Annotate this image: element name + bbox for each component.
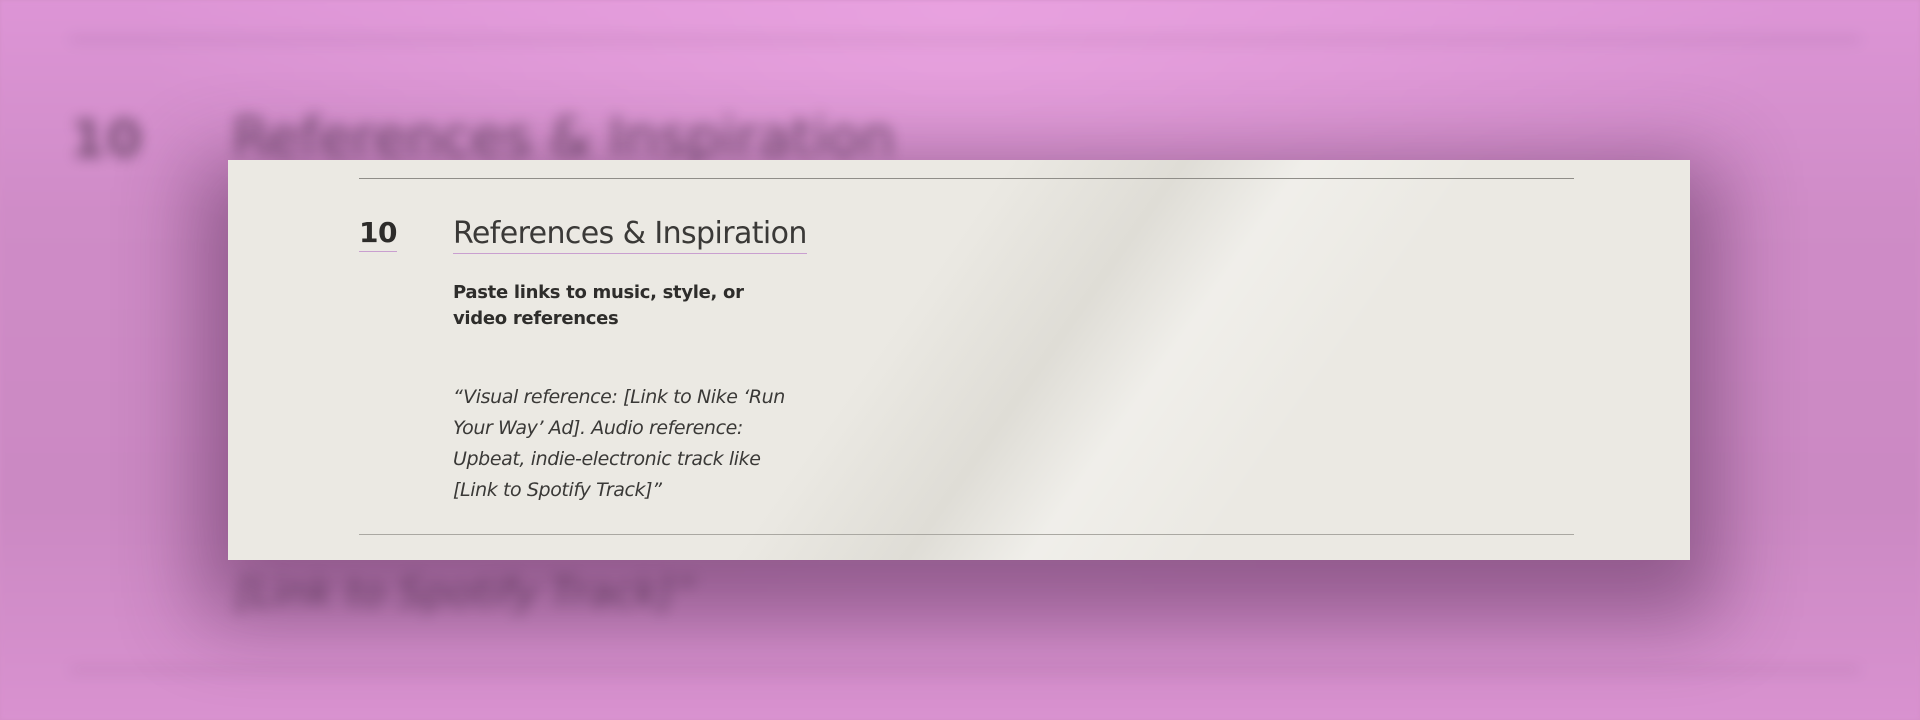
backdrop-answer-fragment: [Link to Spotify Track]”	[235, 570, 695, 616]
backdrop-section-number: 10	[70, 110, 143, 170]
divider-bottom	[359, 534, 1574, 535]
section-answer-text[interactable]: “Visual reference: [Link to Nike ‘Run Yo…	[453, 382, 793, 506]
section-prompt: Paste links to music, style, or video re…	[453, 282, 744, 329]
backdrop-rule-bottom	[70, 668, 1860, 671]
section-card: 10 References & Inspiration Paste links …	[228, 160, 1690, 560]
backdrop-rule-top	[70, 38, 1860, 41]
section-title: References & Inspiration	[453, 216, 807, 254]
divider-top	[359, 178, 1574, 179]
section-number: 10	[359, 216, 397, 252]
